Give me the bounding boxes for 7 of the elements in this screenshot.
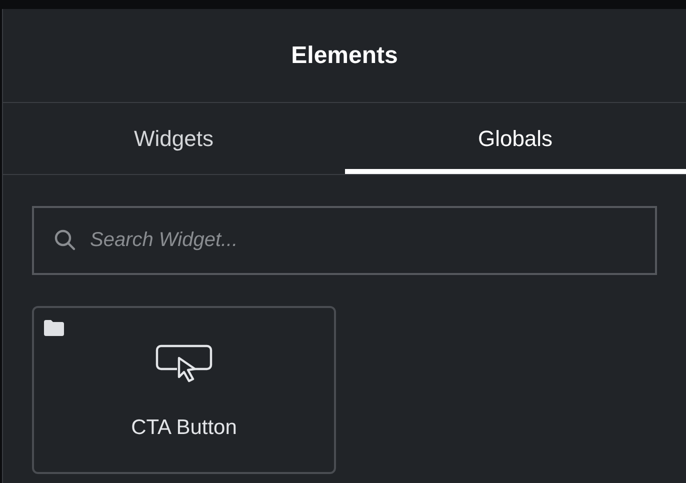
widget-label: CTA Button <box>131 415 237 441</box>
search-icon <box>54 229 76 251</box>
panel-title: Elements <box>291 40 398 70</box>
tab[interactable]: Globals <box>344 103 686 174</box>
search-field[interactable]: Search Widget... <box>32 206 657 275</box>
tab[interactable]: Widgets <box>3 103 344 174</box>
widget-card[interactable]: CTA Button <box>32 306 336 474</box>
